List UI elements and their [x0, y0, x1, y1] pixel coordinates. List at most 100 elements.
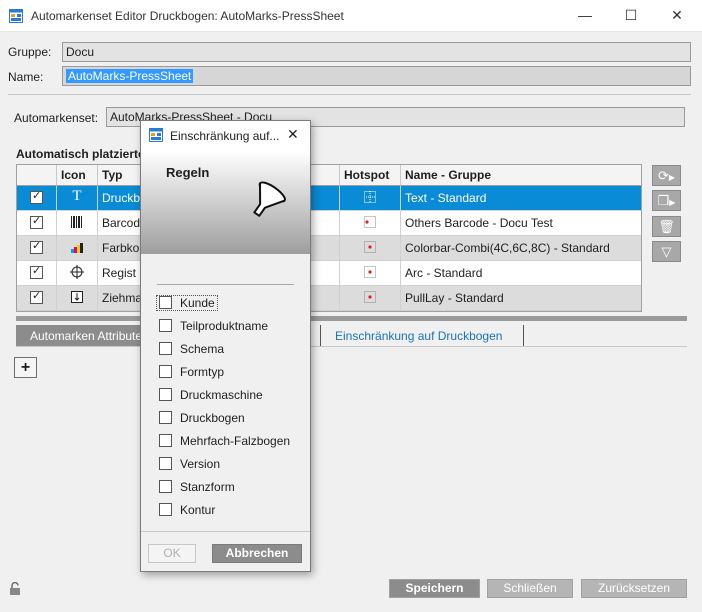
criterion-checkbox[interactable] — [159, 480, 172, 493]
criterion-checkbox[interactable] — [159, 411, 172, 424]
table-row[interactable]: Barcod Others Barcode - Docu Test — [17, 211, 641, 236]
refresh-menu-button[interactable]: ⟳▶ — [652, 165, 681, 186]
table-row[interactable]: T Druckb Text - Standard — [17, 186, 641, 211]
criterion-mehrfach-falzbogen[interactable]: Mehrfach-Falzbogen — [159, 434, 290, 448]
divider — [8, 94, 691, 95]
criterion-formtyp[interactable]: Formtyp — [159, 365, 224, 379]
row-checkbox[interactable] — [30, 289, 43, 304]
row-checkbox[interactable] — [30, 214, 43, 229]
row-checkbox[interactable] — [30, 239, 43, 254]
criterion-label: Druckmaschine — [180, 388, 263, 402]
filter-icon: ▽ — [661, 244, 672, 259]
pull-lay-icon — [71, 291, 83, 303]
criterion-label: Stanzform — [180, 480, 235, 494]
menu-arrow-icon: ▶ — [669, 198, 676, 207]
automarkenset-label: Automarkenset: — [14, 111, 99, 125]
register-mark-icon — [70, 265, 84, 279]
name-field[interactable]: AutoMarks-PressSheet — [62, 66, 691, 86]
name-label: Name: — [8, 70, 44, 84]
criterion-checkbox[interactable] — [159, 342, 172, 355]
criterion-schema[interactable]: Schema — [159, 342, 224, 356]
criterion-label: Version — [180, 457, 221, 471]
criterion-checkbox[interactable] — [159, 503, 172, 516]
column-header-name[interactable]: Name - Gruppe — [401, 165, 641, 186]
criterion-label: Mehrfach-Falzbogen — [180, 434, 291, 448]
filter-funnel-icon — [253, 181, 286, 217]
row-name: Text - Standard — [405, 191, 487, 205]
colorbar-icon — [71, 243, 83, 253]
criterion-label: Druckbogen — [180, 411, 245, 425]
row-name: PullLay - Standard — [405, 291, 504, 305]
dialog-header: Regeln — [141, 151, 310, 254]
row-checkbox[interactable] — [30, 189, 43, 204]
criterion-label: Kunde — [180, 296, 215, 310]
menu-arrow-icon: ▶ — [668, 173, 676, 182]
criterion-druckbogen[interactable]: Druckbogen — [159, 411, 245, 425]
restriction-dialog: Einschränkung auf... ✕ Regeln Kunde Teil… — [140, 120, 311, 572]
window-title: Automarkenset Editor Druckbogen: AutoMar… — [31, 9, 344, 23]
criterion-label: Formtyp — [180, 365, 225, 379]
copy-menu-button[interactable]: ❐▶ — [652, 190, 681, 211]
window-titlebar: Automarkenset Editor Druckbogen: AutoMar… — [0, 0, 702, 32]
filter-button[interactable]: ▽ — [652, 241, 681, 262]
column-header-icon[interactable]: Icon — [57, 165, 98, 186]
app-icon — [9, 9, 23, 23]
criterion-kontur[interactable]: Kontur — [159, 503, 215, 517]
hotspot-grid-icon — [364, 191, 376, 203]
close-window-button[interactable]: ✕ — [654, 0, 700, 31]
criterion-checkbox[interactable] — [159, 296, 172, 309]
criteria-divider — [157, 284, 294, 285]
gruppe-field[interactable]: Docu — [62, 42, 691, 62]
criterion-checkbox[interactable] — [159, 434, 172, 447]
name-value: AutoMarks-PressSheet — [66, 69, 194, 83]
dialog-close-button[interactable]: ✕ — [287, 126, 299, 143]
tab-divider — [16, 346, 687, 347]
ok-button[interactable]: OK — [148, 544, 196, 563]
dialog-titlebar: Einschränkung auf... ✕ — [141, 121, 310, 151]
table-row[interactable]: Farbko Colorbar-Combi(4C,6C,8C) - Standa… — [17, 236, 641, 261]
criterion-stanzform[interactable]: Stanzform — [159, 480, 235, 494]
reset-button[interactable]: Zurücksetzen — [581, 579, 687, 598]
table-row[interactable]: Regist Arc - Standard — [17, 261, 641, 286]
text-type-icon: T — [57, 186, 98, 210]
criterion-checkbox[interactable] — [159, 365, 172, 378]
criterion-checkbox[interactable] — [159, 457, 172, 470]
gruppe-label: Gruppe: — [8, 45, 52, 59]
copy-icon: ❐ — [657, 193, 670, 208]
dialog-header-title: Regeln — [166, 165, 210, 180]
add-button[interactable]: + — [14, 357, 37, 378]
close-button[interactable]: Schließen — [487, 579, 573, 598]
dialog-title: Einschränkung auf... — [170, 129, 280, 143]
criterion-kunde[interactable]: Kunde — [156, 295, 218, 311]
refresh-icon: ⟳ — [657, 168, 669, 183]
tab-einschraenkung[interactable]: Einschränkung auf Druckbogen — [320, 325, 524, 346]
column-header-hotspot[interactable]: Hotspot — [340, 165, 401, 186]
criterion-teilproduktname[interactable]: Teilproduktname — [159, 319, 268, 333]
row-checkbox[interactable] — [30, 264, 43, 279]
minimize-button[interactable]: — — [562, 0, 608, 31]
save-button[interactable]: Speichern — [389, 579, 480, 598]
section-title: Automatisch platzierte — [16, 147, 145, 161]
barcode-icon — [71, 216, 82, 228]
hotspot-icon — [364, 266, 376, 278]
delete-button[interactable]: 🗑 — [652, 216, 681, 237]
criterion-version[interactable]: Version — [159, 457, 220, 471]
criterion-druckmaschine[interactable]: Druckmaschine — [159, 388, 263, 402]
maximize-button[interactable]: ☐ — [608, 0, 654, 31]
row-name: Arc - Standard — [405, 266, 483, 280]
dialog-footer-divider — [141, 531, 310, 532]
table-row[interactable]: Ziehma PullLay - Standard — [17, 286, 641, 311]
row-name: Colorbar-Combi(4C,6C,8C) - Standard — [405, 241, 610, 255]
tab-strip — [16, 316, 687, 321]
criterion-checkbox[interactable] — [159, 388, 172, 401]
trash-icon: 🗑 — [658, 219, 675, 234]
hotspot-icon — [364, 241, 376, 253]
row-name: Others Barcode - Docu Test — [405, 216, 553, 230]
cancel-button[interactable]: Abbrechen — [212, 544, 302, 563]
unlock-icon[interactable] — [9, 582, 21, 596]
hotspot-icon — [364, 216, 376, 228]
criterion-label: Kontur — [180, 503, 216, 517]
criterion-checkbox[interactable] — [159, 319, 172, 332]
hotspot-icon — [364, 291, 376, 303]
automarks-table: Icon Typ Hotspot Name - Gruppe T Druckb … — [16, 164, 642, 312]
